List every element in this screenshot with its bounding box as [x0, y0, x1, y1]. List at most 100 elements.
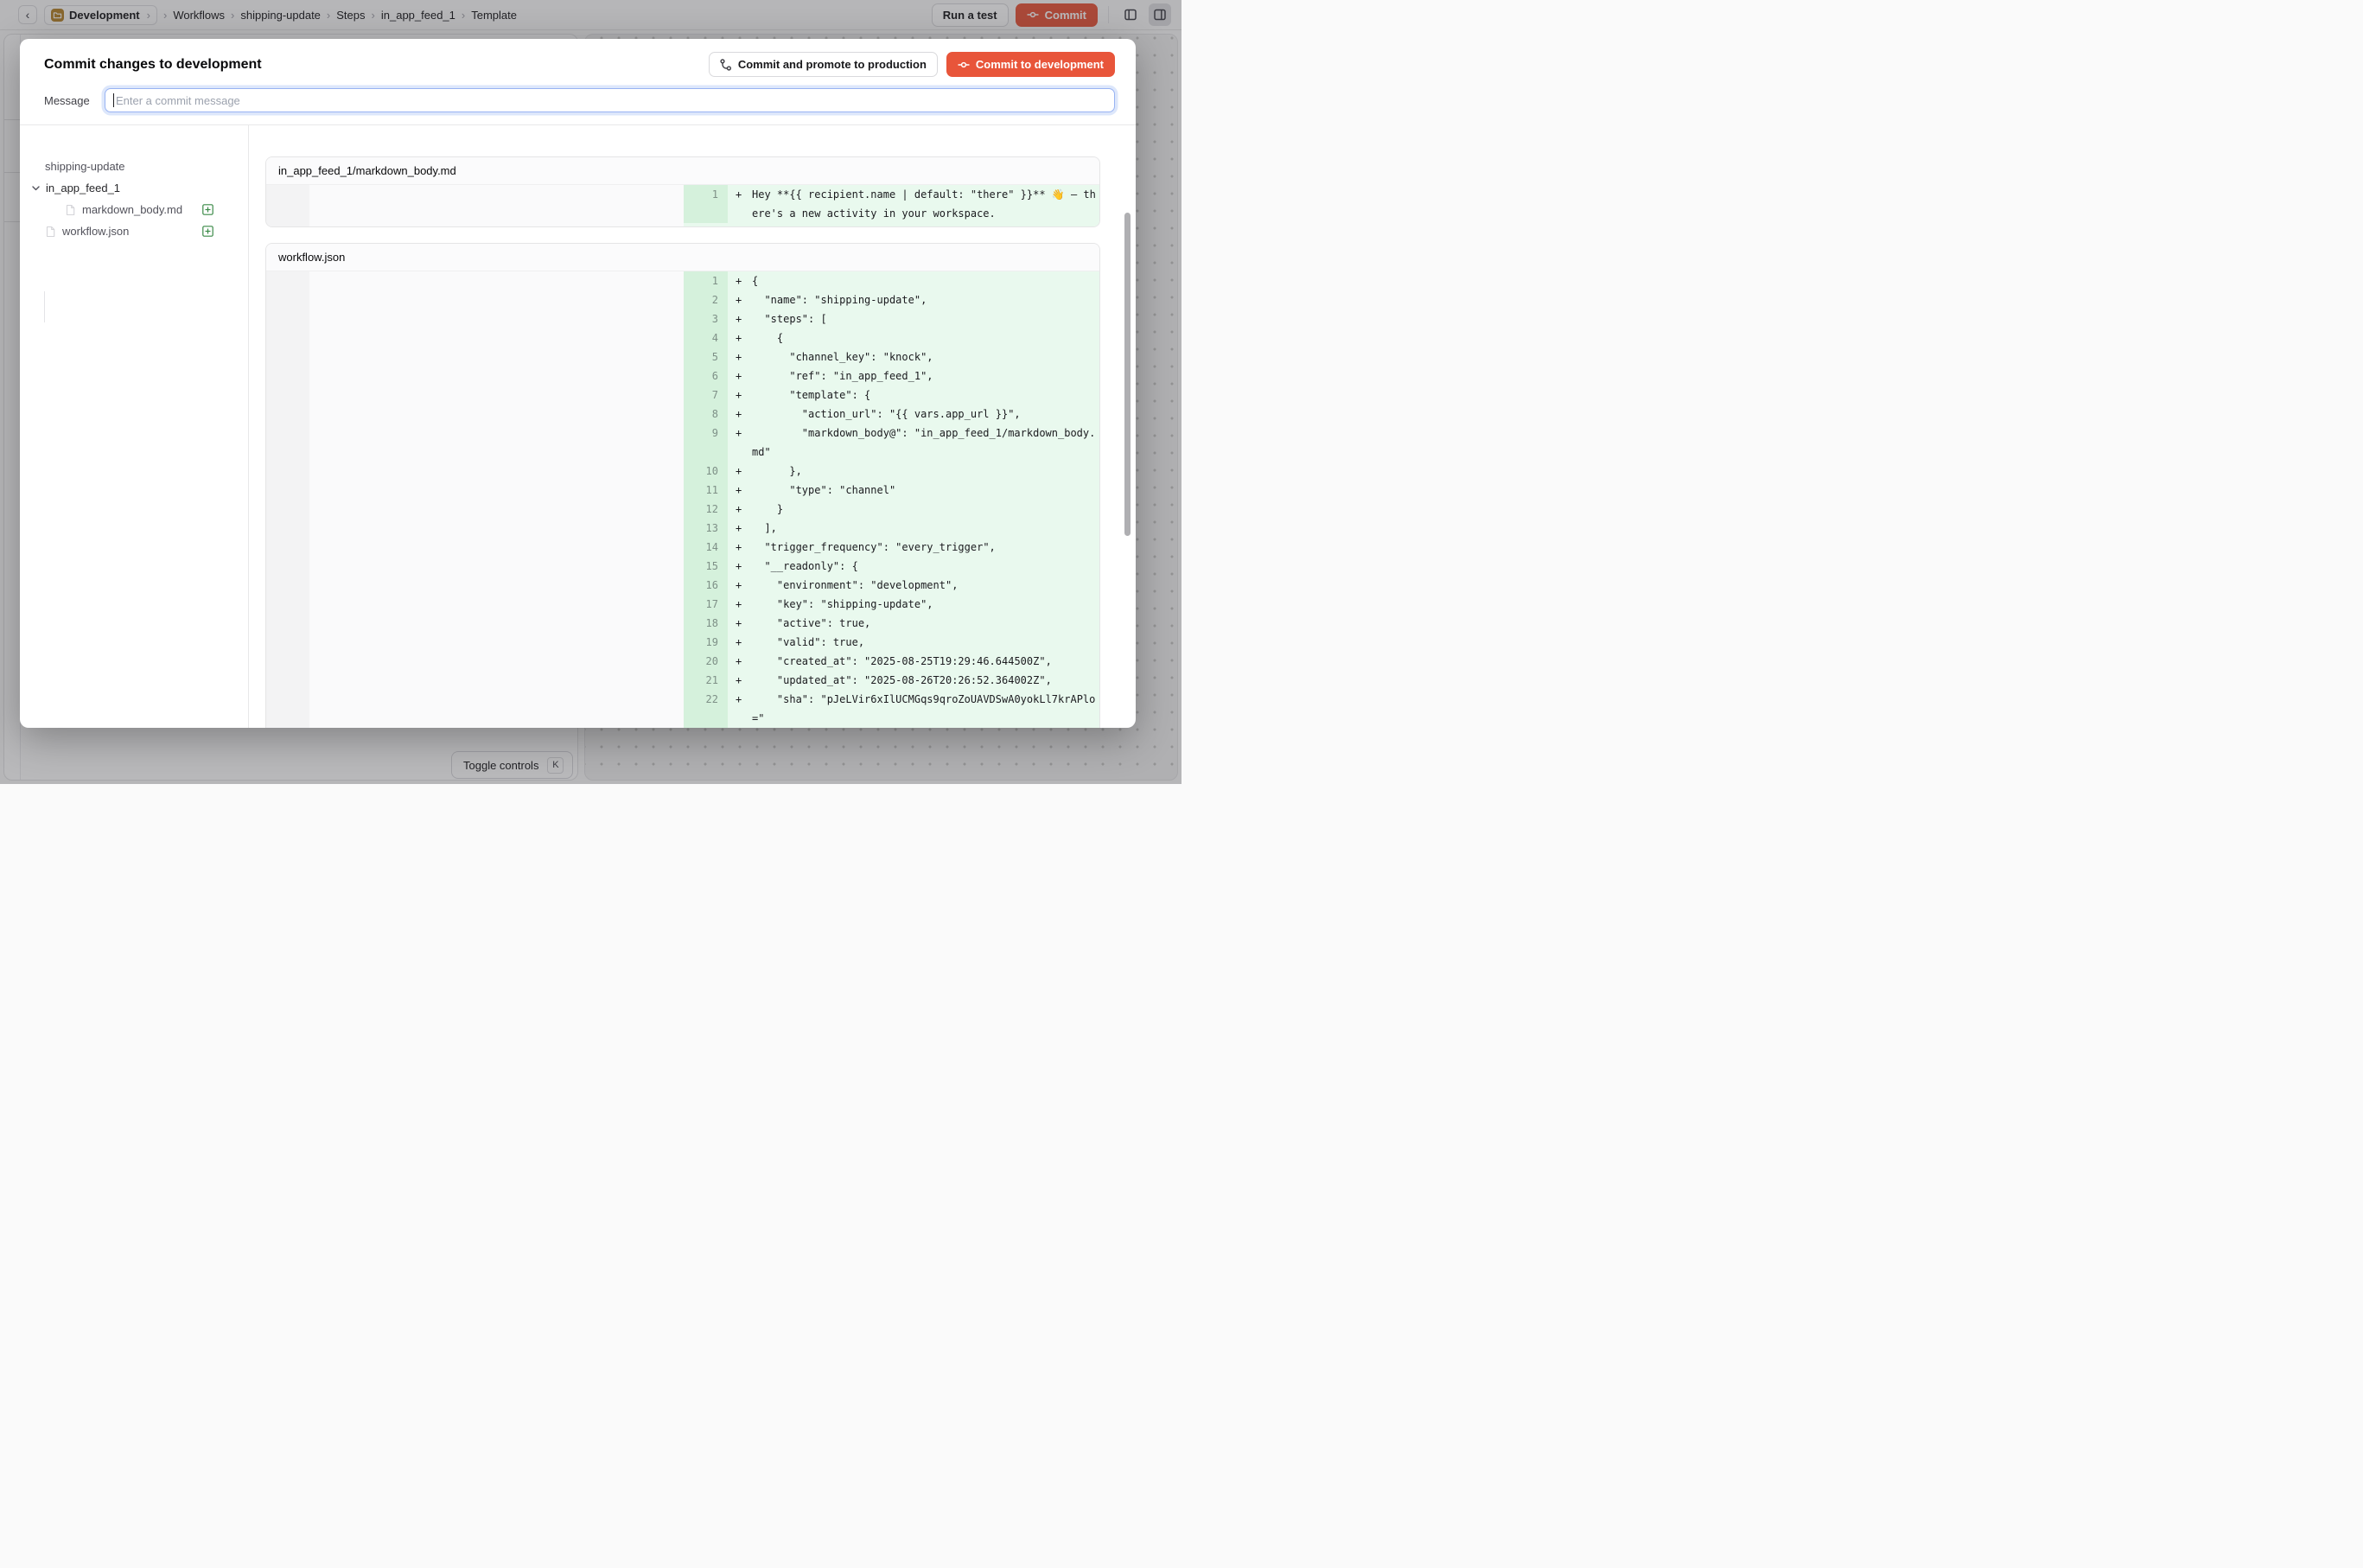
commit-message-input[interactable]: Enter a commit message: [105, 88, 1115, 112]
diff-plus-sign: +: [736, 500, 752, 519]
diff-line-added: 9+ "markdown_body@": "in_app_feed_1/mark…: [684, 424, 1100, 462]
diff-line-text: "name": "shipping-update",: [752, 290, 1100, 309]
diff-line-added: 5+ "channel_key": "knock",: [684, 347, 1100, 367]
diff-line-text: "active": true,: [752, 614, 1100, 633]
commit-icon: [958, 59, 970, 71]
diff-plus-sign: +: [736, 538, 752, 557]
file-icon: [45, 226, 56, 238]
diff-line-text: ],: [752, 519, 1100, 538]
diff-plus-sign: +: [736, 462, 752, 481]
line-number: 17: [684, 595, 728, 614]
line-number: 14: [684, 538, 728, 557]
diff-line-added: 22+ "sha": "pJeLVir6xIlUCMGqs9qroZoUAVDS…: [684, 690, 1100, 728]
diff-line-text: "valid": true,: [752, 633, 1100, 652]
diff-line-text: "ref": "in_app_feed_1",: [752, 367, 1100, 386]
diff-added-icon: [202, 204, 213, 215]
diff-file-panel: in_app_feed_1/markdown_body.md 1+Hey **{…: [265, 156, 1100, 227]
diff-plus-sign: +: [736, 595, 752, 614]
diff-file-name: workflow.json: [266, 244, 1099, 271]
diff-line-text: "template": {: [752, 386, 1100, 405]
line-number: 13: [684, 519, 728, 538]
diff-plus-sign: +: [736, 386, 752, 405]
diff-line-text: {: [752, 271, 1100, 290]
diff-plus-sign: +: [736, 519, 752, 538]
diff-line-added: 12 + }: [684, 500, 1100, 519]
diff-plus-sign: +: [736, 576, 752, 595]
line-number: 2: [684, 290, 728, 309]
line-number: 21: [684, 671, 728, 690]
tree-guide-line: [44, 291, 45, 322]
diff-view: in_app_feed_1/markdown_body.md 1+Hey **{…: [249, 125, 1136, 728]
diff-line-added: 17 + "key": "shipping-update",: [684, 595, 1100, 614]
diff-line-text: {: [752, 328, 1100, 347]
diff-plus-sign: +: [736, 347, 752, 367]
diff-line-added: 21 + "updated_at": "2025-08-26T20:26:52.3…: [684, 671, 1100, 690]
diff-line-added: 18+ "active": true,: [684, 614, 1100, 633]
diff-plus-sign: +: [736, 481, 752, 500]
diff-plus-sign: +: [736, 271, 752, 290]
line-number: 16: [684, 576, 728, 595]
tree-item-markdown-body[interactable]: markdown_body.md: [45, 199, 248, 220]
diff-line-added: 20+ "created_at": "2025-08-25T19:29:46.6…: [684, 652, 1100, 671]
diff-line-text: "steps": [: [752, 309, 1100, 328]
diff-plus-sign: +: [736, 424, 752, 443]
diff-line-text: "key": "shipping-update",: [752, 595, 1100, 614]
message-placeholder: Enter a commit message: [116, 94, 240, 107]
line-number: 5: [684, 347, 728, 367]
commit-to-development-button[interactable]: Commit to development: [946, 52, 1115, 77]
line-number: 9: [684, 424, 728, 462]
diff-old-side: [266, 271, 684, 728]
diff-line-added: 15+ "__readonly": {: [684, 557, 1100, 576]
diff-added-icon: [202, 226, 213, 237]
diff-line-text: }: [752, 500, 1100, 519]
diff-line-added: 19+ "valid": true,: [684, 633, 1100, 652]
text-cursor: [113, 93, 114, 107]
diff-line-text: "type": "channel": [752, 481, 1100, 500]
diff-line-added: 16 + "environment": "development",: [684, 576, 1100, 595]
diff-plus-sign: +: [736, 309, 752, 328]
line-number: 11: [684, 481, 728, 500]
diff-line-text: "action_url": "{{ vars.app_url }}",: [752, 405, 1100, 424]
tree-item-workflow-root[interactable]: shipping-update: [45, 156, 248, 177]
line-number: 6: [684, 367, 728, 386]
diff-line-added: 10+ },: [684, 462, 1100, 481]
file-icon: [65, 204, 76, 216]
promote-branch-icon: [720, 59, 732, 71]
line-number: 12: [684, 500, 728, 519]
diff-line-added: 11 + "type": "channel": [684, 481, 1100, 500]
dialog-title: Commit changes to development: [44, 57, 262, 73]
diff-line-text: "environment": "development",: [752, 576, 1100, 595]
diff-line-text: },: [752, 462, 1100, 481]
diff-line-text: "updated_at": "2025-08-26T20:26:52.36400…: [752, 671, 1100, 690]
diff-plus-sign: +: [736, 367, 752, 386]
line-number: 15: [684, 557, 728, 576]
diff-plus-sign: +: [736, 328, 752, 347]
tree-item-workflow-json[interactable]: workflow.json: [45, 220, 248, 242]
diff-line-added: 1+{: [684, 271, 1100, 290]
diff-plus-sign: +: [736, 290, 752, 309]
diff-line-added: 6 + "ref": "in_app_feed_1",: [684, 367, 1100, 386]
chevron-down-icon: [31, 183, 41, 193]
diff-new-side: 1+Hey **{{ recipient.name | default: "th…: [684, 185, 1100, 226]
diff-old-side: [266, 185, 684, 226]
line-number: 8: [684, 405, 728, 424]
diff-line-text: "__readonly": {: [752, 557, 1100, 576]
message-label: Message: [44, 94, 105, 107]
diff-line-added: 14+ "trigger_frequency": "every_trigger"…: [684, 538, 1100, 557]
diff-new-side: 1+{2 + "name": "shipping-update",3+ "step…: [684, 271, 1100, 728]
line-number: 1: [684, 185, 728, 223]
diff-plus-sign: +: [736, 633, 752, 652]
diff-line-added: 7 + "template": {: [684, 386, 1100, 405]
diff-line-added: 2 + "name": "shipping-update",: [684, 290, 1100, 309]
diff-line-added: 1+Hey **{{ recipient.name | default: "th…: [684, 185, 1100, 223]
diff-plus-sign: +: [736, 614, 752, 633]
diff-plus-sign: +: [736, 671, 752, 690]
tree-item-step-folder[interactable]: in_app_feed_1: [31, 177, 248, 199]
diff-line-added: 4+ {: [684, 328, 1100, 347]
line-number: 7: [684, 386, 728, 405]
diff-line-added: 3+ "steps": [: [684, 309, 1100, 328]
diff-plus-sign: +: [736, 690, 752, 709]
diff-file-panel: workflow.json 1+{2 + "name": "shipping-up…: [265, 243, 1100, 728]
commit-and-promote-button[interactable]: Commit and promote to production: [709, 52, 938, 77]
scrollbar-thumb[interactable]: [1124, 213, 1131, 536]
